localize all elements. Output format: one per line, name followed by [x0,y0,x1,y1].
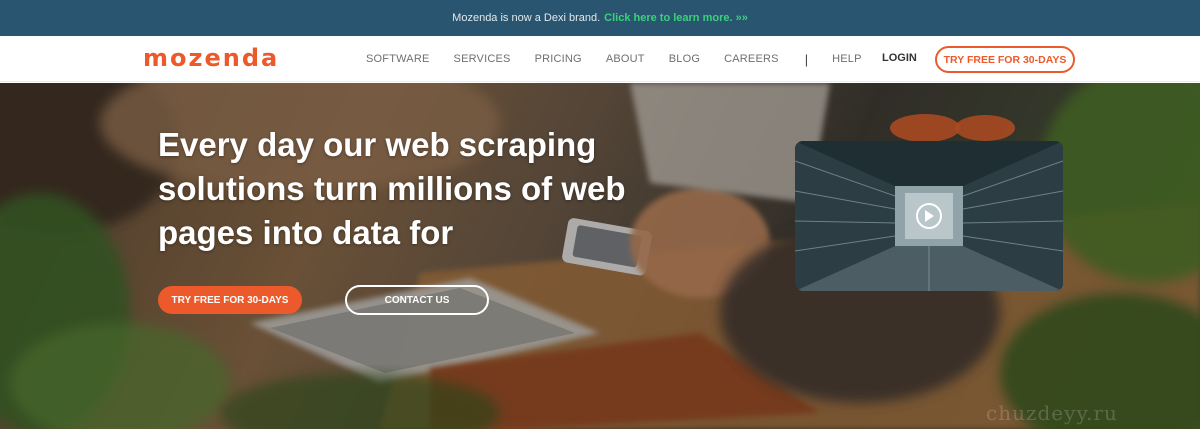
video-thumbnail[interactable] [795,141,1063,291]
announcement-bar: Mozenda is now a Dexi brand. Click here … [0,0,1200,36]
login-link[interactable]: LOGIN [882,52,917,64]
nav-item-careers[interactable]: CAREERS [724,53,779,65]
nav-separator: | [804,51,809,67]
main-navbar: mozenda SOFTWARE SERVICES PRICING ABOUT … [0,36,1200,82]
hero-contact-button[interactable]: CONTACT US [345,285,489,315]
hero-section: Every day our web scraping solutions tur… [0,83,1200,429]
nav-item-blog[interactable]: BLOG [669,53,700,65]
hero-headline: Every day our web scraping solutions tur… [158,126,626,251]
page-bottom-band [0,429,1200,446]
watermark-text: chuzdeyy.ru [986,401,1118,425]
announcement-text: Mozenda is now a Dexi brand. [452,12,601,24]
nav-item-about[interactable]: ABOUT [606,53,645,65]
hero-try-free-button[interactable]: TRY FREE FOR 30-DAYS [158,286,302,314]
nav-menu: SOFTWARE SERVICES PRICING ABOUT BLOG CAR… [366,36,886,82]
announcement-link[interactable]: Click here to learn more. »» [604,12,748,24]
nav-item-help[interactable]: HELP [832,53,862,65]
mozenda-logo[interactable]: mozenda [143,44,279,72]
nav-item-services[interactable]: SERVICES [454,53,511,65]
nav-try-free-button[interactable]: TRY FREE FOR 30-DAYS [935,46,1075,73]
play-icon[interactable] [916,203,942,229]
nav-item-pricing[interactable]: PRICING [535,53,582,65]
nav-item-software[interactable]: SOFTWARE [366,53,430,65]
